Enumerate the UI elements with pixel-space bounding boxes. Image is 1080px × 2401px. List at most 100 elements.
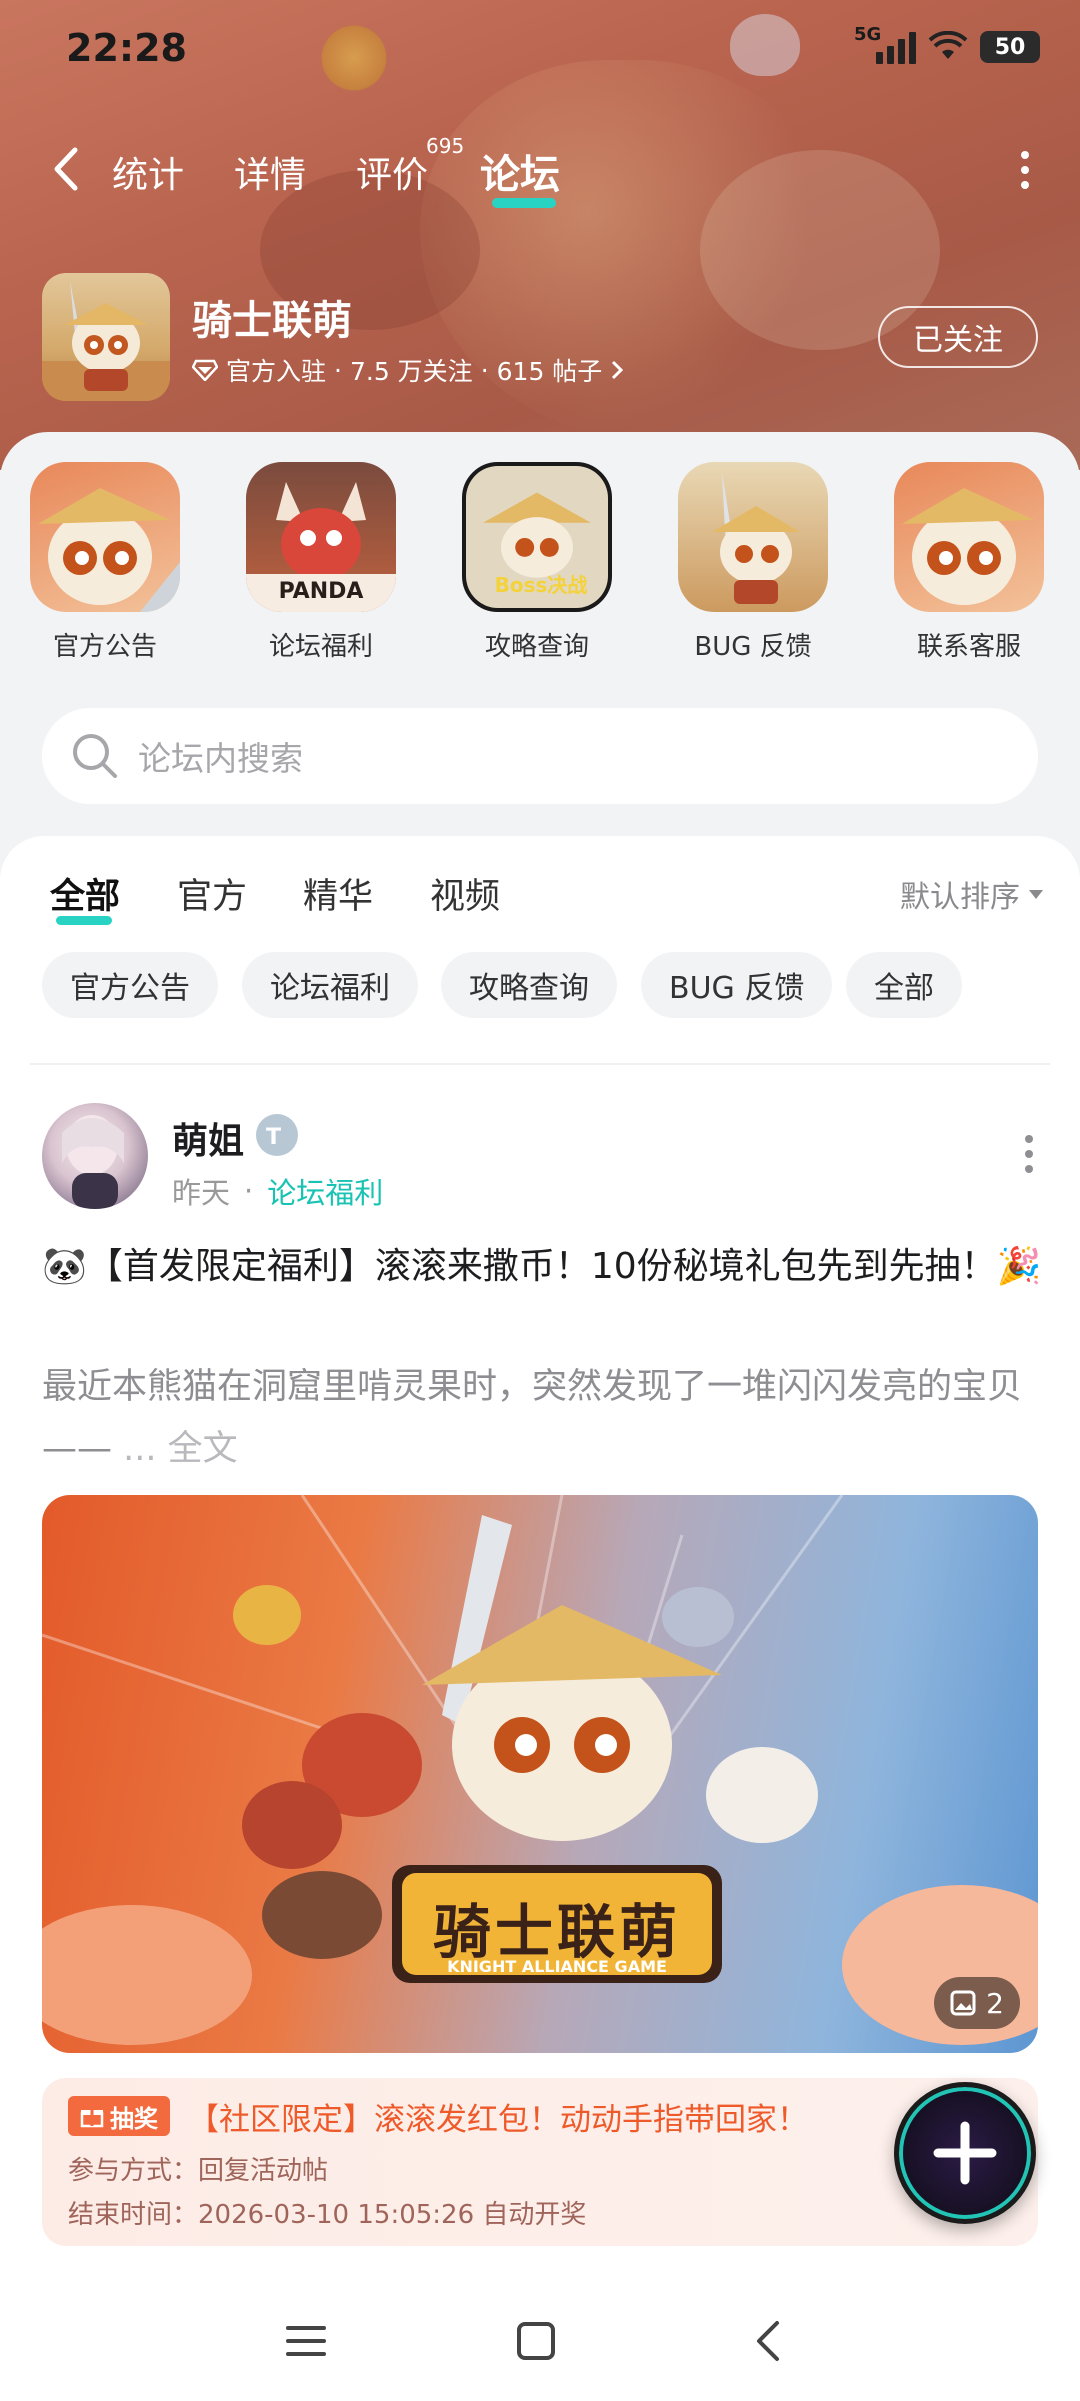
square-icon (517, 2322, 555, 2360)
follow-button[interactable]: 已关注 (878, 306, 1038, 368)
tab-forum[interactable]: 论坛 (480, 142, 560, 208)
shortcut-label: 官方公告 (52, 632, 157, 662)
lottery-method: 参与方式：回复活动帖 (68, 2156, 329, 2186)
signal-icon: 5G (854, 24, 916, 64)
tab-reviews[interactable]: 评价 (356, 146, 428, 198)
review-count-badge: 695 (426, 134, 465, 158)
author-avatar[interactable] (42, 1103, 148, 1209)
tab-details[interactable]: 详情 (234, 146, 306, 198)
filter-tab-all[interactable]: 全部 (50, 868, 121, 925)
divider (30, 1063, 1050, 1065)
shortcut-support[interactable]: 联系客服 (884, 462, 1054, 663)
image-icon (950, 1990, 976, 2016)
home-button[interactable] (506, 2311, 566, 2371)
post-excerpt[interactable]: 最近本熊猫在洞窟里啃灵果时，突然发现了一堆闪闪发亮的宝贝—— ... 全文 (42, 1356, 1042, 1480)
more-options-button[interactable] (1000, 140, 1050, 200)
create-post-button[interactable] (894, 2082, 1036, 2224)
chevron-right-icon (612, 360, 624, 380)
post-category-tag[interactable]: 论坛福利 (267, 1170, 383, 1212)
status-bar: 22:28 5G 50 (0, 0, 1080, 100)
sort-dropdown[interactable]: 默认排序 (900, 872, 1044, 916)
filter-tab-label: 全部 (50, 877, 121, 917)
shortcut-bug-report[interactable]: BUG 反馈 (668, 462, 838, 663)
back-button[interactable] (40, 142, 90, 196)
chip-welfare[interactable]: 论坛福利 (242, 952, 418, 1018)
search-input[interactable]: 论坛内搜索 (138, 732, 303, 780)
avatar-image (62, 1115, 124, 1209)
post-title[interactable]: 🐼【首发限定福利】滚滚来撒币！10份秘境礼包先到先抽！🎉 (42, 1238, 1042, 1296)
tab-stats[interactable]: 统计 (112, 146, 184, 198)
meta-separator: · (334, 355, 342, 385)
chevron-left-icon (54, 147, 78, 191)
image-count: 2 (986, 1986, 1004, 2020)
shortcut-thumb: PANDA (246, 462, 396, 612)
chip-all[interactable]: 全部 (846, 952, 962, 1018)
recent-apps-button[interactable] (276, 2311, 336, 2371)
author-name[interactable]: 萌姐 (172, 1112, 244, 1164)
shortcut-thumb-text: PANDA (278, 579, 364, 604)
chip-announcements[interactable]: 官方公告 (42, 952, 218, 1018)
search-icon (73, 734, 117, 778)
lottery-card[interactable]: 抽奖 【社区限定】滚滚发红包！动动手指带回家！ 参与方式：回复活动帖 结束时间：… (42, 2078, 1038, 2246)
filter-tab-official[interactable]: 官方 (177, 868, 247, 919)
read-more-link[interactable]: ... 全文 (123, 1429, 238, 1469)
post-more-button[interactable] (1014, 1135, 1044, 1195)
filter-tab-video[interactable]: 视频 (430, 868, 500, 919)
plus-icon (933, 2121, 997, 2185)
posts-count: 615 帖子 (496, 357, 603, 386)
shortcut-thumb (894, 462, 1044, 612)
sort-label: 默认排序 (900, 880, 1020, 915)
panda-icon (38, 488, 180, 612)
game-icon[interactable] (42, 273, 170, 401)
lottery-end-time: 结束时间：2026-03-10 15:05:26 自动开奖 (68, 2200, 587, 2230)
tab-active-indicator (492, 198, 556, 208)
top-nav: 统计 详情 评价 695 论坛 (0, 130, 1080, 210)
chip-guides[interactable]: 攻略查询 (441, 952, 617, 1018)
shortcut-label: BUG 反馈 (694, 632, 812, 662)
menu-icon (286, 2326, 326, 2356)
forum-search[interactable]: 论坛内搜索 (42, 708, 1038, 804)
chip-bug-report[interactable]: BUG 反馈 (641, 952, 833, 1018)
shortcut-announcements[interactable]: 官方公告 (20, 462, 190, 663)
system-back-button[interactable] (738, 2311, 798, 2371)
shortcut-guides[interactable]: Boss决战 攻略查询 (452, 462, 622, 663)
game-name: 骑士联萌 (192, 298, 352, 344)
caret-down-icon (1029, 890, 1043, 899)
knight-icon (712, 472, 800, 604)
game-meta[interactable]: 官方入驻 · 7.5 万关注 · 615 帖子 (192, 352, 624, 388)
shortcut-welfare[interactable]: PANDA 论坛福利 (236, 462, 406, 663)
back-arrow-icon (757, 2321, 779, 2361)
followers-count: 7.5 万关注 (349, 357, 473, 386)
battery-indicator: 50 (980, 31, 1040, 63)
tab-forum-label: 论坛 (480, 152, 560, 198)
system-navigation-bar (0, 2281, 1080, 2401)
panda-knight-icon (42, 281, 170, 401)
panda-icon (902, 488, 1034, 605)
post-meta: 昨天 · 论坛福利 (172, 1170, 383, 1212)
post-image[interactable]: 骑士联萌 KNIGHT ALLIANCE GAME 2 (42, 1495, 1038, 2053)
status-time: 22:28 (66, 26, 187, 70)
post-time: 昨天 (172, 1176, 231, 1210)
image-count-badge: 2 (934, 1977, 1020, 2029)
diamond-icon (192, 359, 218, 381)
shortcut-label: 攻略查询 (484, 632, 589, 662)
lottery-badge-label: 抽奖 (110, 2104, 158, 2133)
gift-icon (80, 2110, 104, 2128)
shortcut-label: 论坛福利 (268, 632, 373, 662)
shortcut-thumb: Boss决战 (462, 462, 612, 612)
svg-text:T: T (266, 1125, 281, 1150)
wifi-icon (928, 31, 968, 59)
lottery-badge: 抽奖 (68, 2096, 170, 2136)
level-badge-icon: T (256, 1114, 298, 1156)
shortcut-thumb-text: Boss决战 (494, 573, 588, 597)
shortcut-thumb (678, 462, 828, 612)
forum-shortcuts: 官方公告 PANDA 论坛福利 Boss决战 攻略查询 BUG 反馈 联系客服 (0, 462, 1080, 682)
lottery-title: 【社区限定】滚滚发红包！动动手指带回家！ (188, 2102, 808, 2138)
meta-separator: · (244, 1174, 254, 1208)
shortcut-thumb (30, 462, 180, 612)
shortcut-label: 联系客服 (916, 632, 1021, 662)
filter-tab-featured[interactable]: 精华 (303, 868, 373, 919)
network-type: 5G (854, 24, 882, 45)
meta-separator: · (480, 355, 489, 385)
banner-subtitle: KNIGHT ALLIANCE GAME (447, 1957, 667, 1976)
